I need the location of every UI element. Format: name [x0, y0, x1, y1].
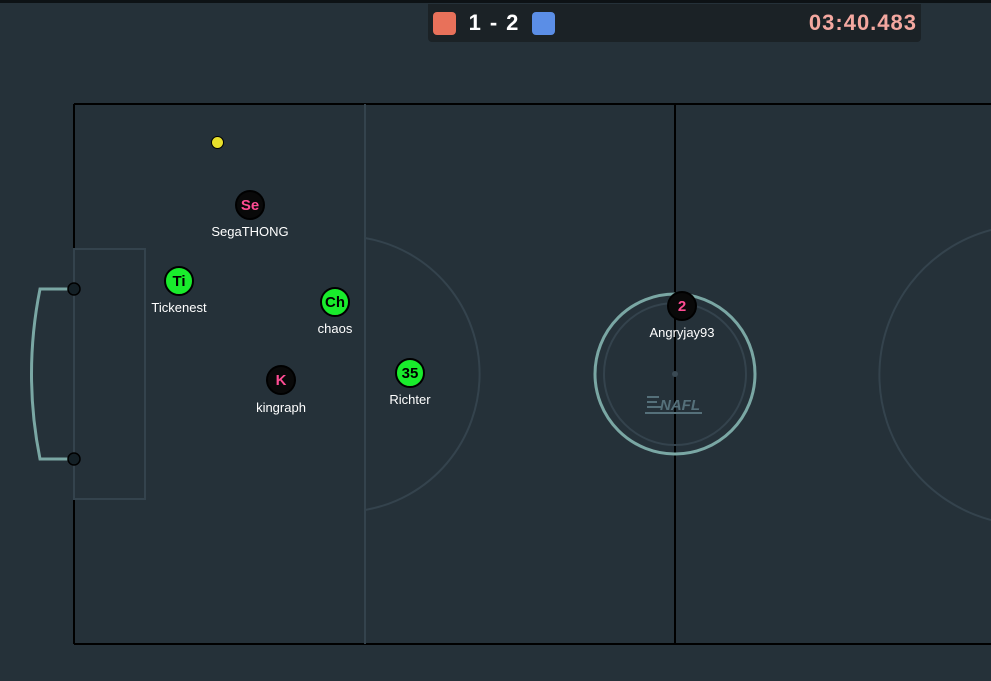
nafl-logo: NAFL [645, 396, 702, 414]
player-avatar: K [266, 365, 296, 395]
svg-text:NAFL: NAFL [660, 397, 700, 414]
player-avatar: Se [235, 190, 265, 220]
player-avatar: 35 [395, 358, 425, 388]
goal-net [30, 287, 74, 461]
player-name: Angryjay93 [649, 325, 715, 340]
player-name: chaos [317, 321, 353, 336]
ball [211, 136, 224, 149]
player-name: Tickenest [151, 300, 207, 315]
goal-post [67, 452, 81, 466]
player-name: Richter [389, 392, 431, 407]
goal-post [67, 282, 81, 296]
player-avatar: Ch [320, 287, 350, 317]
player-name: kingraph [256, 400, 306, 415]
player-avatar: 2 [667, 291, 697, 321]
player-name: SegaTHONG [211, 224, 289, 239]
player-avatar: Ti [164, 266, 194, 296]
pitch: NAFL [30, 103, 991, 645]
